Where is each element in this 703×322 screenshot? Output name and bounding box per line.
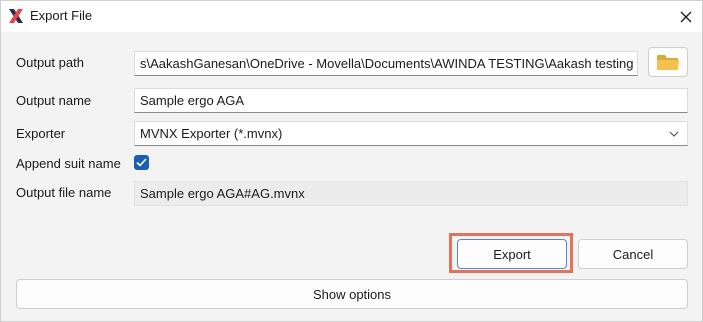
output-file-name-field: Sample ergo AGA#AG.mvnx bbox=[134, 181, 688, 206]
close-icon bbox=[680, 11, 692, 22]
browse-folder-button[interactable] bbox=[648, 47, 688, 77]
append-suit-name-label: Append suit name bbox=[16, 156, 121, 171]
output-name-field[interactable]: Sample ergo AGA bbox=[134, 88, 688, 113]
checkmark-icon bbox=[136, 158, 147, 167]
exporter-label: Exporter bbox=[16, 126, 66, 141]
cancel-button[interactable]: Cancel bbox=[578, 239, 688, 269]
append-suit-name-checkbox[interactable] bbox=[134, 155, 149, 170]
export-button[interactable]: Export bbox=[457, 239, 567, 269]
exporter-select[interactable]: MVNX Exporter (*.mvnx) bbox=[134, 121, 688, 146]
show-options-button[interactable]: Show options bbox=[16, 279, 688, 309]
output-file-name-label: Output file name bbox=[16, 185, 112, 200]
title-bar: Export File bbox=[1, 1, 702, 32]
export-file-dialog: Export File Output path s\AakashGanesan\… bbox=[0, 0, 703, 322]
chevron-down-icon bbox=[669, 131, 679, 137]
exporter-selected-value: MVNX Exporter (*.mvnx) bbox=[140, 126, 283, 141]
folder-icon bbox=[657, 55, 679, 70]
app-logo-icon bbox=[9, 9, 23, 23]
output-path-field[interactable]: s\AakashGanesan\OneDrive - Movella\Docum… bbox=[134, 51, 638, 76]
output-name-label: Output name bbox=[16, 93, 92, 108]
dialog-title: Export File bbox=[30, 8, 93, 23]
output-path-label: Output path bbox=[16, 55, 84, 70]
close-button[interactable] bbox=[670, 1, 702, 32]
